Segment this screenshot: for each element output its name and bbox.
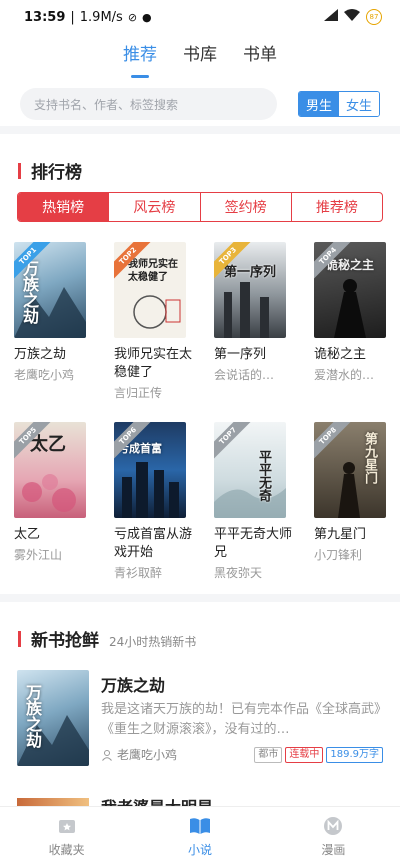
battery-icon: 87 <box>366 9 382 25</box>
book-name: 平平无奇大师兄 <box>214 527 293 560</box>
cover-title: 第一序列 <box>224 265 277 280</box>
book-author: 黑夜弥天 <box>214 566 263 580</box>
tag-status: 连载中 <box>285 746 324 763</box>
rank-tab-recommend[interactable]: 推荐榜 <box>292 193 382 221</box>
ranking-tabs: 热销榜 风云榜 签约榜 推荐榜 <box>17 192 383 222</box>
nav-novel-label: 小说 <box>187 843 212 857</box>
tag-list: 都市 连载中 189.9万字 <box>254 746 383 763</box>
app-screen: { "status": { "time": "13:59", "speed": … <box>0 0 400 866</box>
book-name: 太乙 <box>14 527 41 542</box>
book-name: 万族之劫 <box>14 347 67 362</box>
book-cover: 第九星门 TOP8 <box>314 422 386 518</box>
search-placeholder: 支持书名、作者、标签搜索 <box>34 97 179 112</box>
new-books-header: 新书抢鲜 24小时热销新书 <box>18 626 196 651</box>
book-author: 老鹰吃小鸡 <box>14 368 75 382</box>
book-card[interactable]: 万族之劫 TOP1 万族之劫 老鹰吃小鸡 <box>14 242 92 383</box>
section-marker <box>18 630 21 647</box>
book-card[interactable]: 我师兄实在太稳健了 TOP2 我师兄实在太稳健了 言归正传 <box>114 242 192 401</box>
cover-title: 万族之劫 <box>23 684 42 748</box>
book-cover: 诡秘之主 TOP4 <box>314 242 386 338</box>
tab-recommend[interactable]: 推荐 <box>123 40 157 78</box>
search-input[interactable]: 支持书名、作者、标签搜索 <box>20 88 277 120</box>
status-bar: 13:59 | 1.9M/s ⊘ ● 87 <box>0 0 400 34</box>
new-book-meta: 老鹰吃小鸡 都市 连载中 189.9万字 <box>101 746 383 763</box>
book-name: 第一序列 <box>214 347 267 362</box>
book-cover: 万族之劫 TOP1 <box>14 242 86 338</box>
gender-male-button[interactable]: 男生 <box>299 92 339 116</box>
signal-icon <box>324 9 338 25</box>
book-name: 诡秘之主 <box>314 347 367 362</box>
book-name: 亏成首富从游戏开始 <box>114 527 193 560</box>
book-cover: 我师兄实在太稳健了 TOP2 <box>114 242 186 338</box>
book-author: 言归正传 <box>114 386 163 400</box>
cover-title: 第九星门 <box>362 432 377 484</box>
book-name: 我师兄实在太稳健了 <box>114 347 193 380</box>
book-open-icon <box>189 815 211 837</box>
book-cover: 第一序列 TOP3 <box>214 242 286 338</box>
user-icon <box>102 749 112 761</box>
book-card[interactable]: 太乙 TOP5 太乙 雾外江山 <box>14 422 92 563</box>
ranking-header: 排行榜 <box>18 158 82 183</box>
book-card[interactable]: 亏成首富 TOP6 亏成首富从游戏开始 青衫取醉 <box>114 422 192 581</box>
book-card[interactable]: 平平无奇 TOP7 平平无奇大师兄 黑夜弥天 <box>214 422 292 581</box>
book-cover: 太乙 TOP5 <box>14 422 86 518</box>
book-author: 爱潜水的… <box>314 368 375 382</box>
new-book-item[interactable]: 万族之劫 万族之劫 我是这诸天万族的劫！已有完本作品《全球高武》《重生之财源滚滚… <box>17 670 383 770</box>
nav-favorites-label: 收藏夹 <box>48 843 85 857</box>
new-book-desc: 我是这诸天万族的劫！已有完本作品《全球高武》《重生之财源滚滚》，没有过的… <box>101 702 381 737</box>
tag-wordcount: 189.9万字 <box>326 746 383 763</box>
favorites-icon <box>56 815 78 837</box>
rank-tab-hot[interactable]: 热销榜 <box>18 193 110 221</box>
comic-icon <box>322 815 344 837</box>
section-marker <box>18 162 21 179</box>
tab-library[interactable]: 书库 <box>183 40 217 70</box>
book-card[interactable]: 第一序列 TOP3 第一序列 会说话的… <box>214 242 292 383</box>
no-data-icon: ⊘ <box>127 10 138 24</box>
nav-comic[interactable]: 漫画 <box>267 807 400 866</box>
book-author: 小刀锋利 <box>314 548 363 562</box>
gender-female-button[interactable]: 女生 <box>339 92 379 116</box>
ranking-title: 排行榜 <box>31 163 82 183</box>
book-card[interactable]: 诡秘之主 TOP4 诡秘之主 爱潜水的… <box>314 242 392 383</box>
section-divider <box>0 126 400 134</box>
cover-title: 太乙 <box>30 434 66 455</box>
rank-tab-signed[interactable]: 签约榜 <box>201 193 292 221</box>
status-separator: | <box>70 9 75 25</box>
nav-favorites[interactable]: 收藏夹 <box>0 807 133 866</box>
section-divider <box>0 594 400 602</box>
wifi-icon <box>344 9 360 25</box>
top-tabs: 推荐 书库 书单 <box>0 40 400 78</box>
cover-title: 我师兄实在太稳健了 <box>128 259 178 283</box>
tag-genre: 都市 <box>254 746 283 763</box>
tab-booklist[interactable]: 书单 <box>243 40 277 70</box>
book-author: 雾外江山 <box>14 548 63 562</box>
nav-novel[interactable]: 小说 <box>133 807 266 866</box>
book-author: 青衫取醉 <box>114 566 163 580</box>
gender-switch: 男生 女生 <box>298 91 380 117</box>
book-cover: 万族之劫 <box>17 670 89 766</box>
status-speed: 1.9M/s <box>79 9 123 25</box>
new-book-name: 万族之劫 <box>101 676 166 695</box>
cover-title: 平平无奇 <box>256 450 271 502</box>
rank-tab-trend[interactable]: 风云榜 <box>109 193 201 221</box>
search-row: 支持书名、作者、标签搜索 男生 女生 <box>20 88 380 120</box>
book-author: 会说话的… <box>214 368 275 382</box>
book-cover: 亏成首富 TOP6 <box>114 422 186 518</box>
bottom-nav: 收藏夹 小说 漫画 <box>0 806 400 866</box>
new-book-author: 老鹰吃小鸡 <box>117 748 178 762</box>
dnd-icon: ● <box>142 10 152 24</box>
book-cover: 平平无奇 TOP7 <box>214 422 286 518</box>
book-card[interactable]: 第九星门 TOP8 第九星门 小刀锋利 <box>314 422 392 563</box>
new-books-title: 新书抢鲜 <box>31 631 99 651</box>
nav-comic-label: 漫画 <box>321 843 346 857</box>
new-books-subtitle: 24小时热销新书 <box>109 635 197 649</box>
status-time: 13:59 <box>24 9 66 25</box>
book-name: 第九星门 <box>314 527 367 542</box>
